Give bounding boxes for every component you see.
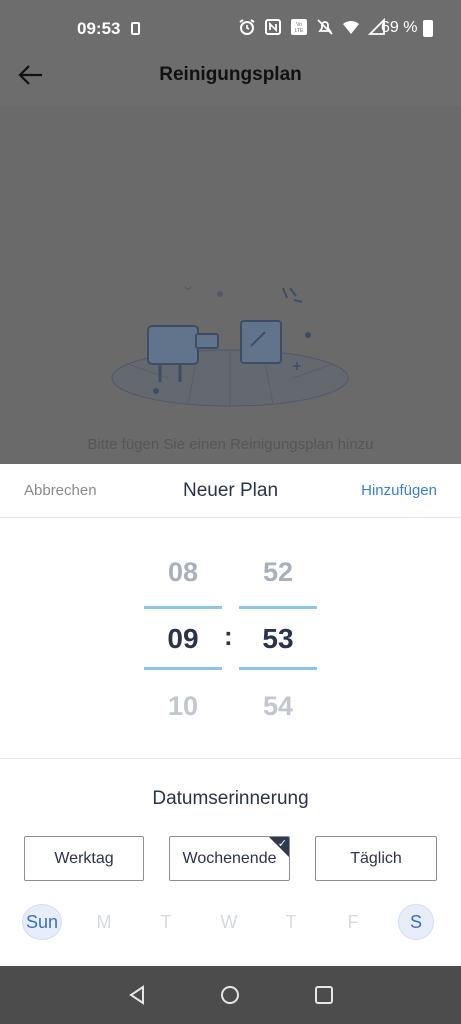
option-wochenende-button[interactable]: Wochenende ✓ <box>169 836 290 881</box>
svg-text:LTE: LTE <box>295 28 304 34</box>
hour-next[interactable]: 10 <box>144 691 222 722</box>
status-bar: 09:53 Vo LTE 69 % <box>0 0 461 56</box>
checkmark-icon: ✓ <box>277 838 287 850</box>
day-thu[interactable]: T <box>273 904 309 940</box>
minute-next[interactable]: 54 <box>239 691 317 722</box>
day-sun[interactable]: Sun <box>22 904 62 940</box>
mute-icon <box>317 19 333 35</box>
sim-icon <box>131 22 140 35</box>
empty-state: Bitte fügen Sie einen Reinigungsplan hin… <box>0 106 461 464</box>
option-label: Täglich <box>350 849 402 867</box>
sheet-header: Abbrechen Neuer Plan Hinzufügen <box>0 464 461 518</box>
empty-illustration <box>111 286 349 407</box>
status-time: 09:53 <box>77 19 121 38</box>
option-werktag-button[interactable]: Werktag <box>24 836 144 881</box>
day-tue[interactable]: T <box>148 904 184 940</box>
hour-prev[interactable]: 08 <box>144 557 222 588</box>
navigation-bar <box>0 966 461 1024</box>
page-title: Reinigungsplan <box>159 64 302 85</box>
minute-prev[interactable]: 52 <box>239 557 317 588</box>
alarm-icon <box>239 19 255 35</box>
hour-selection-line-top <box>144 606 222 609</box>
time-separator: : <box>224 621 233 651</box>
day-mon[interactable]: M <box>86 904 122 940</box>
hour-selection-line-bottom <box>144 667 222 670</box>
hour-current[interactable]: 09 <box>144 623 222 655</box>
day-wed[interactable]: W <box>211 904 247 940</box>
nfc-icon <box>265 19 281 35</box>
minute-selection-line-top <box>239 606 317 609</box>
add-button[interactable]: Hinzufügen <box>361 482 437 499</box>
weekday-selector: Sun M T W T F S <box>0 904 461 946</box>
volte-icon: VoLTE <box>291 19 307 35</box>
time-picker[interactable]: 08 09 10 : 52 53 54 <box>0 517 461 758</box>
wifi-icon <box>343 20 359 34</box>
day-sat[interactable]: S <box>398 904 434 940</box>
app-header: Reinigungsplan <box>0 56 461 106</box>
new-plan-sheet: Abbrechen Neuer Plan Hinzufügen 08 09 10… <box>0 464 461 966</box>
battery-icon <box>423 20 433 37</box>
status-icons: Vo LTE <box>238 18 386 36</box>
recents-nav-icon[interactable] <box>313 984 335 1006</box>
minute-current[interactable]: 53 <box>239 623 317 655</box>
day-fri[interactable]: F <box>335 904 371 940</box>
divider <box>0 758 461 759</box>
option-taeglich-button[interactable]: Täglich <box>315 836 437 881</box>
battery-percent: 69 % <box>381 19 418 36</box>
back-nav-icon[interactable] <box>126 984 148 1006</box>
option-label: Werktag <box>54 849 114 867</box>
option-label: Wochenende <box>182 849 277 867</box>
minute-selection-line-bottom <box>239 667 317 670</box>
home-nav-icon[interactable] <box>219 984 241 1006</box>
reminder-title: Datumserinnerung <box>152 788 309 809</box>
empty-state-text: Bitte fügen Sie einen Reinigungsplan hin… <box>87 436 374 453</box>
